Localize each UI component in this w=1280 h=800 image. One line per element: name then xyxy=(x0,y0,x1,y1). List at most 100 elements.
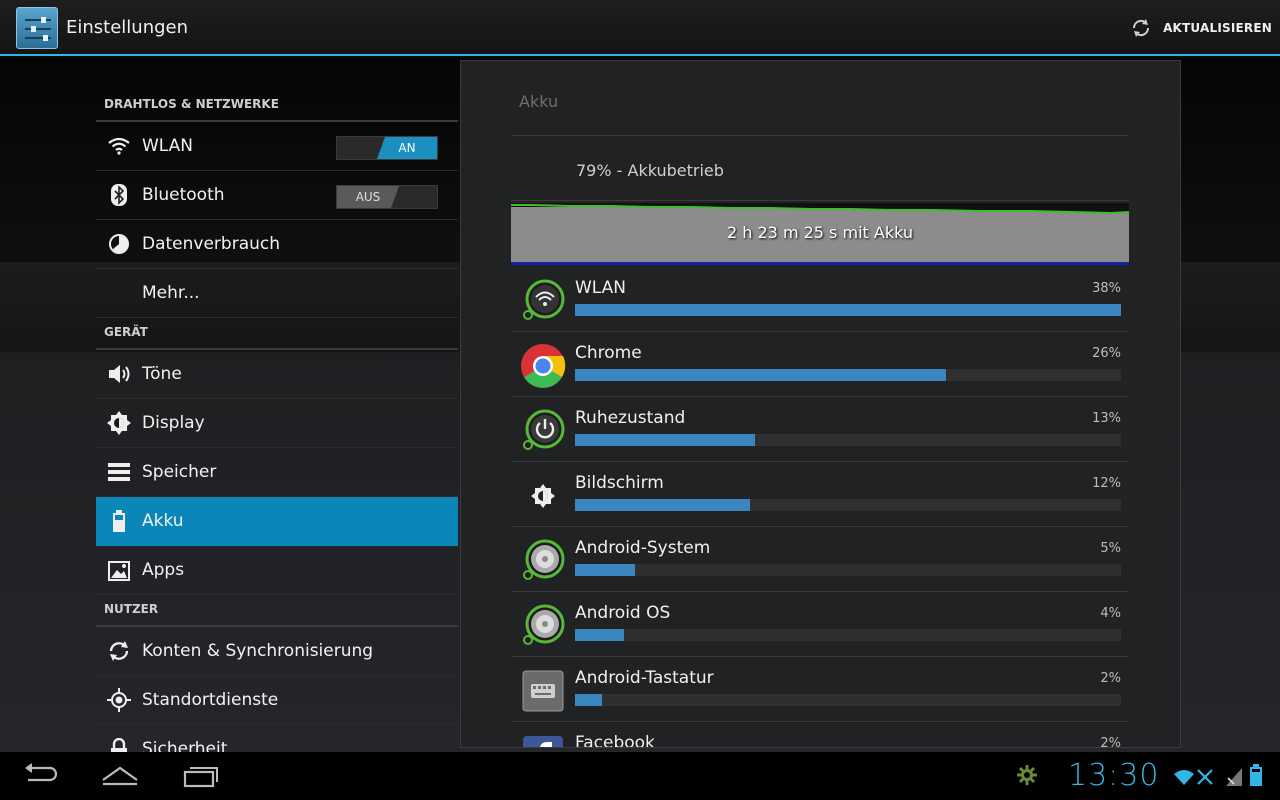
usage-bar-track xyxy=(575,434,1121,446)
settings-item-accounts-sync[interactable]: Konten & Synchronisierung xyxy=(96,627,458,676)
usage-row-wlan[interactable]: WLAN 38% xyxy=(511,267,1129,332)
location-icon xyxy=(96,688,142,712)
settings-item-label: Bluetooth xyxy=(142,185,225,205)
section-header-device: GERÄT xyxy=(96,318,458,350)
usage-name: Ruhezustand xyxy=(575,408,686,428)
divider xyxy=(511,135,1129,136)
settings-item-wlan[interactable]: WLAN AN xyxy=(96,122,458,171)
usage-bar xyxy=(575,369,947,381)
wifi-status-icon xyxy=(1174,769,1213,785)
usage-percent: 2% xyxy=(1100,736,1121,748)
battery-status-icon xyxy=(1250,764,1262,786)
recent-apps-icon xyxy=(183,767,218,788)
wifi-app-icon xyxy=(523,279,565,320)
usage-bar xyxy=(575,564,636,576)
usage-bar-track xyxy=(575,369,1121,381)
sync-icon xyxy=(96,639,142,663)
usage-row-keyboard[interactable]: Android-Tastatur 2% xyxy=(511,657,1129,722)
settings-item-sounds[interactable]: Töne xyxy=(96,350,458,399)
home-button[interactable] xyxy=(100,760,140,794)
action-bar: Einstellungen AKTUALISIEREN xyxy=(0,0,1280,56)
usage-percent: 5% xyxy=(1100,541,1121,556)
power-icon xyxy=(523,409,565,450)
usage-row-android-os[interactable]: Android OS 4% xyxy=(511,592,1129,657)
settings-item-label: Speicher xyxy=(142,462,217,482)
usage-bar xyxy=(575,304,1121,316)
battery-usage-list: WLAN 38% Chrome 26% Ruhezustand 13% Bild… xyxy=(511,267,1129,748)
usage-bar-track xyxy=(575,694,1121,706)
settings-item-more[interactable]: Mehr... xyxy=(96,269,458,318)
settings-item-label: Standortdienste xyxy=(142,690,279,710)
clock[interactable]: 13:30 xyxy=(1068,758,1159,793)
section-header-users: NUTZER xyxy=(96,595,458,627)
settings-item-apps[interactable]: Apps xyxy=(96,546,458,595)
recent-apps-button[interactable] xyxy=(182,760,220,794)
settings-item-battery[interactable]: Akku xyxy=(96,497,458,546)
signal-status[interactable] xyxy=(1226,764,1242,790)
battery-status-indicator[interactable] xyxy=(1250,764,1262,790)
storage-icon xyxy=(96,463,142,481)
debug-notification[interactable] xyxy=(1016,764,1038,790)
usage-bar-track xyxy=(575,629,1121,641)
settings-app-icon[interactable] xyxy=(16,7,58,49)
usage-bar xyxy=(575,629,625,641)
settings-list: DRAHTLOS & NETZWERKE WLAN AN Bluetooth A… xyxy=(96,86,458,774)
usage-row-screen[interactable]: Bildschirm 12% xyxy=(511,462,1129,527)
settings-item-display[interactable]: Display xyxy=(96,399,458,448)
data-usage-icon xyxy=(96,233,142,255)
settings-item-label: Töne xyxy=(142,364,182,384)
usage-bar-track xyxy=(575,304,1121,316)
settings-item-label: Datenverbrauch xyxy=(142,234,281,254)
usage-bar xyxy=(575,499,750,511)
settings-item-label: WLAN xyxy=(142,136,194,156)
battery-icon xyxy=(96,510,142,532)
refresh-label: AKTUALISIEREN xyxy=(1163,21,1272,35)
usage-name: Chrome xyxy=(575,343,642,363)
usage-percent: 2% xyxy=(1100,671,1121,686)
toggle-off-label: AUS xyxy=(337,186,399,208)
usage-bar-track xyxy=(575,499,1121,511)
usage-row-idle[interactable]: Ruhezustand 13% xyxy=(511,397,1129,462)
battery-history-graph[interactable]: 2 h 23 m 25 s mit Akku xyxy=(511,203,1129,265)
settings-item-label: Konten & Synchronisierung xyxy=(142,641,374,661)
battery-detail-panel: Akku 79% - Akkubetrieb 2 h 23 m 25 s mit… xyxy=(460,60,1181,748)
wlan-toggle[interactable]: AN xyxy=(336,136,438,160)
keyboard-icon xyxy=(522,670,564,712)
bluetooth-icon xyxy=(96,184,142,206)
settings-item-label: Akku xyxy=(142,511,184,531)
section-header-wireless: DRAHTLOS & NETZWERKE xyxy=(96,86,458,122)
android-system-icon xyxy=(523,539,565,580)
usage-bar xyxy=(575,434,756,446)
android-debug-icon xyxy=(1017,765,1037,785)
back-button[interactable] xyxy=(22,760,60,794)
settings-item-data-usage[interactable]: Datenverbrauch xyxy=(96,220,458,269)
speaker-icon xyxy=(96,363,142,385)
settings-item-bluetooth[interactable]: Bluetooth AUS xyxy=(96,171,458,220)
usage-bar-track xyxy=(575,564,1121,576)
settings-item-label: Display xyxy=(142,413,205,433)
usage-percent: 13% xyxy=(1092,411,1121,426)
divider xyxy=(511,200,1129,201)
back-icon xyxy=(25,763,58,782)
usage-row-chrome[interactable]: Chrome 26% xyxy=(511,332,1129,397)
settings-item-location[interactable]: Standortdienste xyxy=(96,676,458,725)
wifi-icon xyxy=(96,137,142,155)
battery-time-label: 2 h 23 m 25 s mit Akku xyxy=(727,223,913,242)
bluetooth-toggle[interactable]: AUS xyxy=(336,185,438,209)
usage-percent: 4% xyxy=(1100,606,1121,621)
usage-name: Facebook xyxy=(575,733,655,748)
usage-percent: 38% xyxy=(1092,281,1121,296)
brightness-icon xyxy=(96,411,142,435)
usage-row-android-system[interactable]: Android-System 5% xyxy=(511,527,1129,592)
wifi-status[interactable] xyxy=(1172,766,1218,790)
usage-bar xyxy=(575,694,603,706)
app-title: Einstellungen xyxy=(66,17,189,38)
settings-item-storage[interactable]: Speicher xyxy=(96,448,458,497)
brightness-icon xyxy=(531,484,555,508)
facebook-icon xyxy=(523,736,563,747)
settings-item-label: Mehr... xyxy=(142,283,200,303)
usage-row-facebook[interactable]: Facebook 2% xyxy=(511,722,1129,748)
apps-icon xyxy=(96,559,142,581)
usage-name: Android-System xyxy=(575,538,711,558)
refresh-button[interactable]: AKTUALISIEREN xyxy=(1129,14,1272,42)
